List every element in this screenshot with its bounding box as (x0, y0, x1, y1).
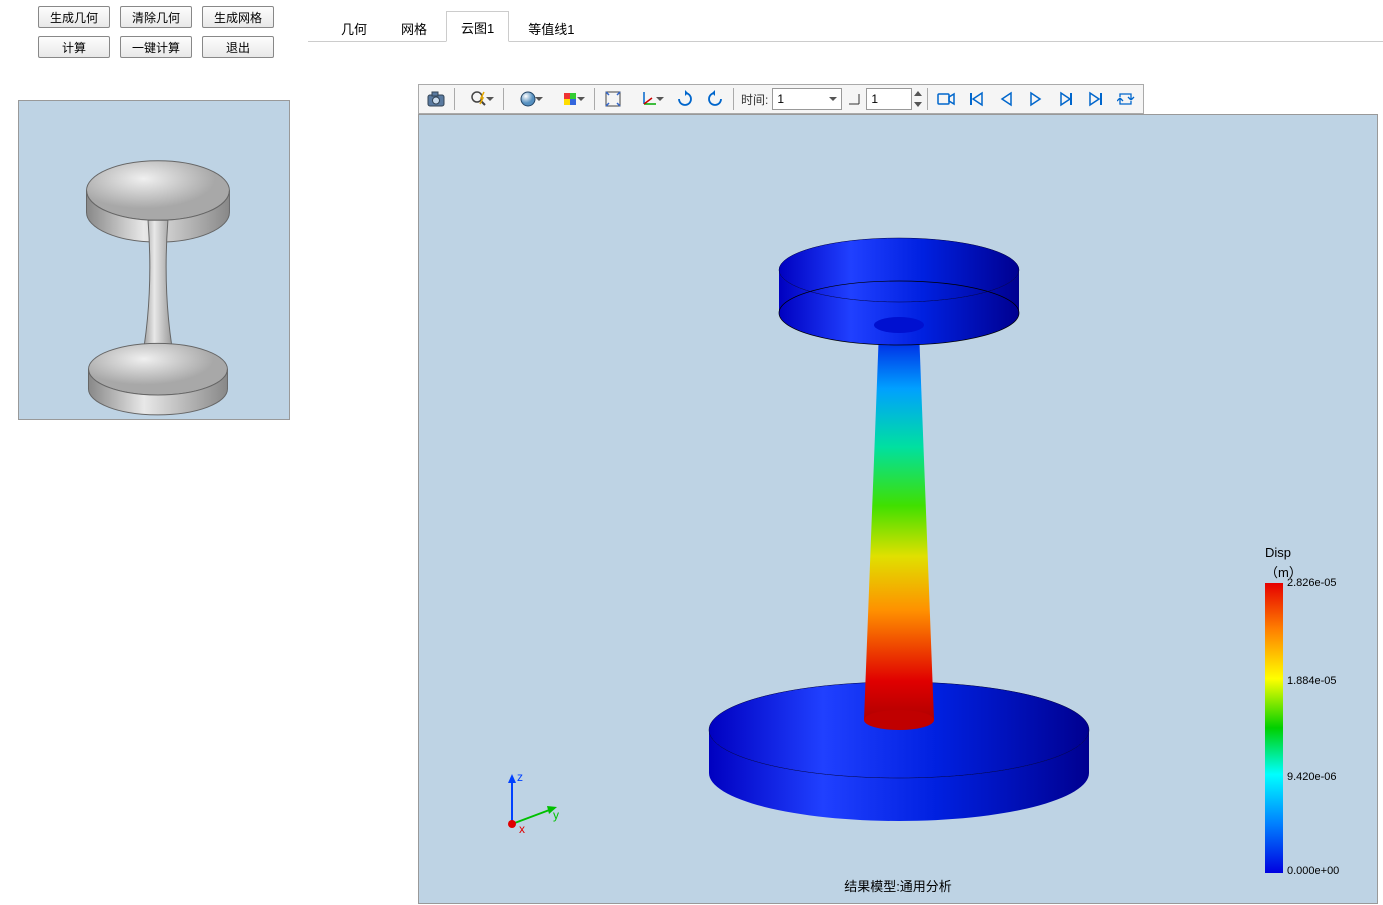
legend-title: Disp (1265, 545, 1365, 560)
first-frame-button[interactable] (962, 86, 990, 112)
tab-mesh[interactable]: 网格 (386, 12, 442, 42)
left-panel: 生成几何 清除几何 生成网格 计算 一键计算 退出 (0, 0, 308, 879)
right-panel: 几何 网格 云图1 等值线1 (308, 0, 1383, 879)
svg-text:y: y (553, 808, 559, 822)
loop-button[interactable] (1112, 86, 1140, 112)
cube-colormap-icon (561, 90, 579, 108)
svg-text:z: z (517, 770, 523, 784)
spinner-arrows-icon[interactable] (912, 88, 924, 110)
geometry-preview[interactable] (18, 100, 290, 420)
exit-button[interactable]: 退出 (202, 36, 274, 58)
legend-tick-max: 2.826e-05 (1287, 577, 1337, 589)
rotate-cw-button[interactable] (671, 86, 699, 112)
magnifier-lightning-icon (470, 90, 488, 108)
clear-geometry-button[interactable]: 清除几何 (120, 6, 192, 28)
record-button[interactable] (932, 86, 960, 112)
prev-frame-button[interactable] (992, 86, 1020, 112)
svg-text:x: x (519, 822, 525, 836)
render-style-button[interactable] (508, 86, 548, 112)
tab-contour[interactable]: 云图1 (446, 11, 509, 42)
legend-bar: 2.826e-05 1.884e-05 9.420e-06 0.000e+00 (1265, 583, 1283, 873)
color-legend: Disp （m） 2.826e-05 1.884e-05 9.420e-06 0… (1265, 545, 1365, 873)
axes-icon (640, 90, 658, 108)
compute-button[interactable]: 计算 (38, 36, 110, 58)
gen-mesh-button[interactable]: 生成网格 (202, 6, 274, 28)
videocam-icon (937, 92, 955, 106)
viewport-toolbar: 时间: 1 1 (418, 84, 1144, 114)
step-forward-icon (1058, 91, 1074, 107)
tab-isolines[interactable]: 等值线1 (513, 12, 589, 42)
one-click-compute-button[interactable]: 一键计算 (120, 36, 192, 58)
rotate-ccw-button[interactable] (701, 86, 729, 112)
loop-icon (1117, 91, 1135, 107)
rotate-cw-icon (676, 90, 694, 108)
snapshot-button[interactable] (422, 86, 450, 112)
axis-gizmo: z y x (497, 769, 567, 839)
frame-spin[interactable]: 1 (866, 88, 912, 110)
tab-bar: 几何 网格 云图1 等值线1 (308, 0, 1383, 42)
result-viewport[interactable]: z y x Disp （m） 2.826e-05 1.884e-05 9.420… (418, 114, 1378, 904)
goto-end-button[interactable] (843, 86, 865, 112)
time-combo[interactable]: 1 (772, 88, 842, 110)
last-frame-button[interactable] (1082, 86, 1110, 112)
axis-view-button[interactable] (629, 86, 669, 112)
content-area: 时间: 1 1 (308, 42, 1383, 879)
play-button[interactable] (1022, 86, 1050, 112)
legend-tick-q: 9.420e-06 (1287, 771, 1337, 783)
sphere-icon (519, 90, 537, 108)
step-end-icon (847, 92, 861, 106)
legend-tick-min: 0.000e+00 (1287, 865, 1339, 877)
rotate-ccw-icon (706, 90, 724, 108)
time-label: 时间: (741, 91, 768, 108)
preview-model (19, 101, 289, 419)
skip-start-icon (968, 91, 984, 107)
next-frame-button[interactable] (1052, 86, 1080, 112)
play-back-icon (998, 91, 1014, 107)
camera-icon (427, 91, 445, 107)
legend-tick-mid: 1.884e-05 (1287, 675, 1337, 687)
tab-geometry[interactable]: 几何 (326, 12, 382, 42)
skip-end-icon (1088, 91, 1104, 107)
colormap-button[interactable] (550, 86, 590, 112)
gen-geometry-button[interactable]: 生成几何 (38, 6, 110, 28)
play-icon (1028, 91, 1044, 107)
fit-icon (604, 90, 622, 108)
zoom-lightning-button[interactable] (459, 86, 499, 112)
fit-view-button[interactable] (599, 86, 627, 112)
